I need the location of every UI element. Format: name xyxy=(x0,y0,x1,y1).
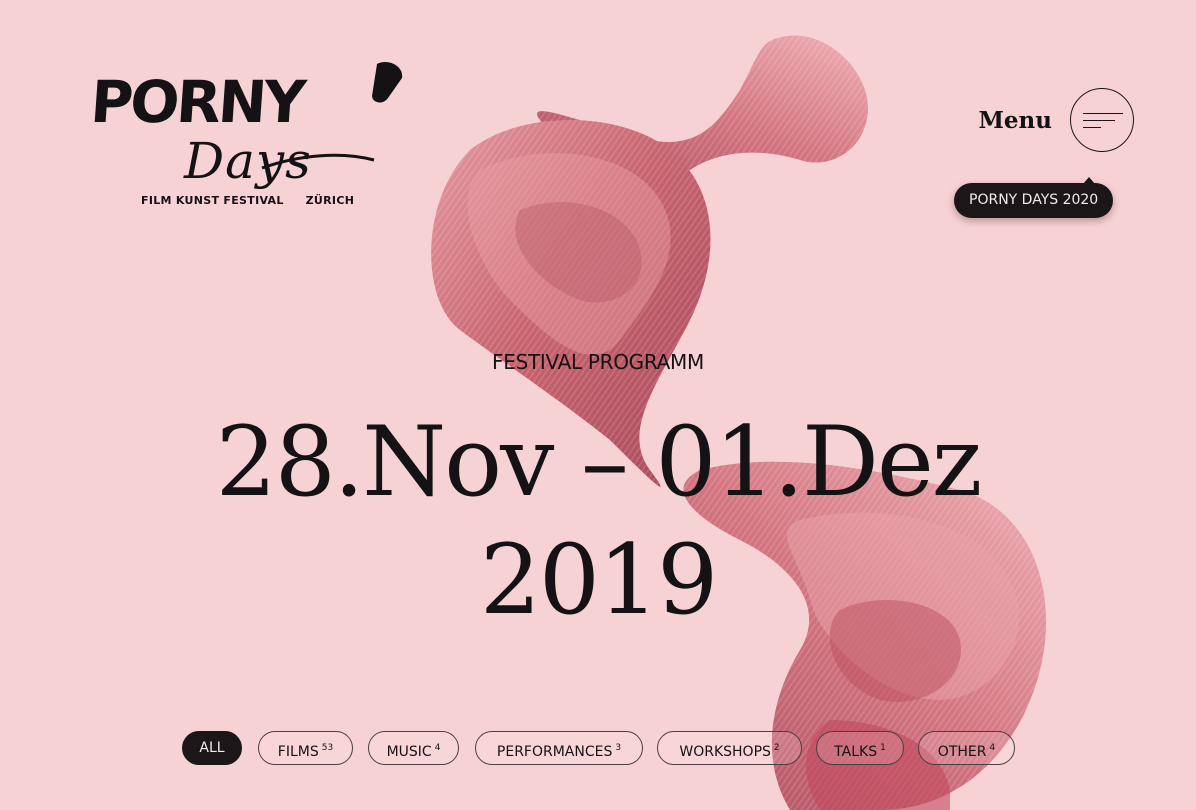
filter-label: OTHER xyxy=(937,744,987,760)
filter-count: 4 xyxy=(989,743,996,753)
filter-label: ALL xyxy=(199,740,225,756)
filter-other[interactable]: OTHER 4 xyxy=(918,731,1015,765)
filter-count: 53 xyxy=(321,743,334,753)
festival-dates: 28.Nov – 01.Dez xyxy=(215,406,983,518)
filter-count: 2 xyxy=(773,743,780,753)
filter-all[interactable]: ALL xyxy=(182,731,242,765)
festival-year: 2019 xyxy=(479,524,718,636)
microphone-icon xyxy=(372,61,403,103)
filter-count: 1 xyxy=(880,743,886,753)
filter-label: MUSIC xyxy=(386,744,432,760)
filter-label: TALKS xyxy=(834,744,878,760)
filter-count: 4 xyxy=(434,743,441,753)
porny-days-2020-link[interactable]: PORNY DAYS 2020 xyxy=(954,177,1114,218)
filter-label: PERFORMANCES xyxy=(496,744,613,760)
hamburger-line xyxy=(1083,127,1101,129)
filter-count: 3 xyxy=(615,743,622,753)
filter-workshops[interactable]: WORKSHOPS 2 xyxy=(657,731,802,765)
hamburger-line xyxy=(1083,120,1115,122)
logo-wordmark: PORNY xyxy=(92,68,309,136)
menu-label[interactable]: Menu xyxy=(978,106,1052,136)
logo-tagline: FILM KUNST FESTIVAL ZÜRICH xyxy=(141,194,354,207)
filter-performances[interactable]: PERFORMANCES 3 xyxy=(475,731,643,765)
filter-films[interactable]: FILMS 53 xyxy=(258,731,353,765)
menu-button[interactable] xyxy=(1070,88,1134,152)
filter-label: FILMS xyxy=(277,744,319,760)
hamburger-menu-icon xyxy=(1083,113,1123,115)
page: PORNY Days FILM KUNST FESTIVAL ZÜRICH Men… xyxy=(0,0,1196,810)
logo-tagline-city: ZÜRICH xyxy=(305,194,355,207)
festival-programm-kicker: FESTIVAL PROGRAMM xyxy=(492,350,704,374)
logo-tagline-left: FILM KUNST FESTIVAL xyxy=(141,194,284,207)
porny-days-logo[interactable]: PORNY Days xyxy=(92,56,412,216)
filter-talks[interactable]: TALKS 1 xyxy=(816,731,904,765)
filter-music[interactable]: MUSIC 4 xyxy=(368,731,459,765)
filter-label: WORKSHOPS xyxy=(679,744,771,760)
